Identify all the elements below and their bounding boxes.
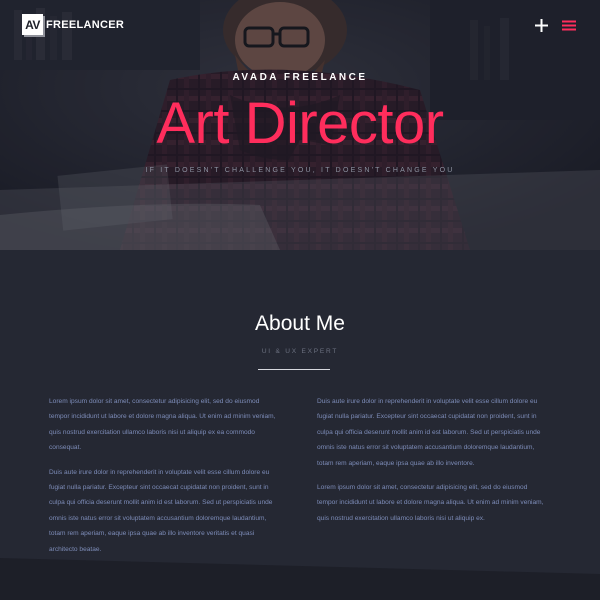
logo-mark: AV xyxy=(22,14,43,35)
logo-text: FREELANCER xyxy=(46,18,125,31)
about-column-right: Duis aute irure dolor in reprehenderit i… xyxy=(317,394,549,535)
hero-tagline: IF IT DOESN'T CHALLENGE YOU, IT DOESN'T … xyxy=(145,167,455,174)
about-divider xyxy=(258,369,330,370)
hero-title: Art Director xyxy=(156,91,444,156)
about-column-left: Lorem ipsum dolor sit amet, consectetur … xyxy=(49,394,281,566)
about-right-paragraph-2: Lorem ipsum dolor sit amet, consectetur … xyxy=(317,484,544,522)
about-title: About Me xyxy=(255,312,345,335)
hamburger-menu-icon[interactable] xyxy=(560,17,577,34)
section-divider-shape xyxy=(0,558,600,600)
about-left-paragraph-2: Duis aute irure dolor in reprehenderit i… xyxy=(49,468,273,553)
about-left-paragraph-1: Lorem ipsum dolor sit amet, consectetur … xyxy=(49,398,276,452)
hero-section: AV FREELANCER AVADA FREELANCE Art Direct… xyxy=(0,0,600,250)
site-logo[interactable]: AV FREELANCER xyxy=(22,14,124,35)
plus-icon[interactable] xyxy=(533,17,550,34)
about-subtitle: UI & UX EXPERT xyxy=(261,348,339,355)
hero-kicker: AVADA FREELANCE xyxy=(232,72,368,83)
about-right-paragraph-1: Duis aute irure dolor in reprehenderit i… xyxy=(317,398,541,467)
